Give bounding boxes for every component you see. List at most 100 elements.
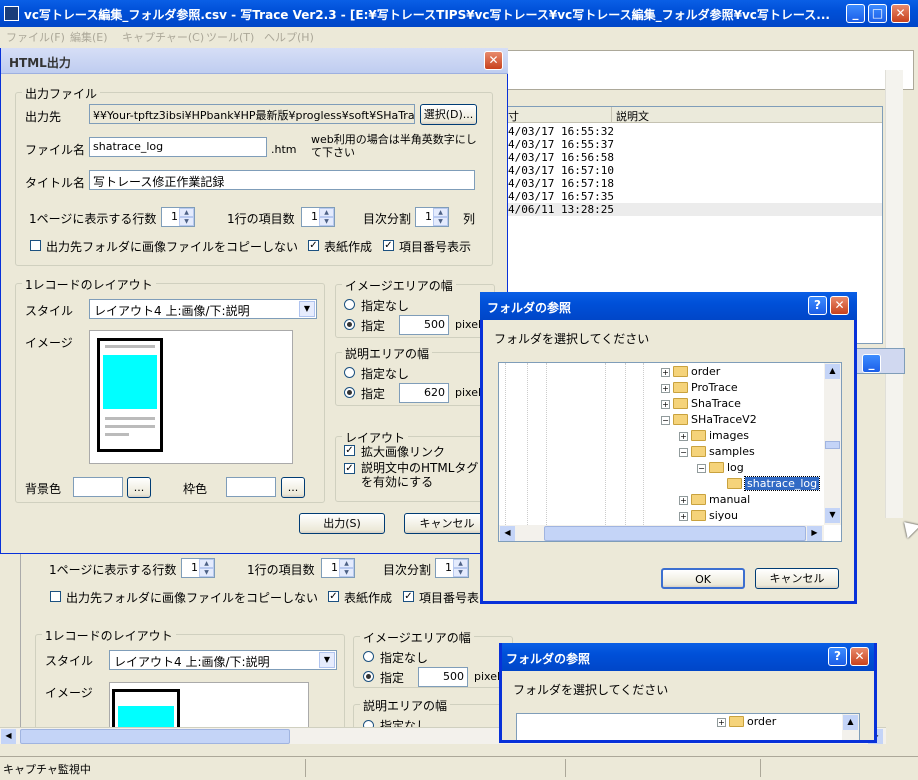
spin-up-icon[interactable]: ▲ bbox=[339, 559, 354, 568]
folder2-tree[interactable]: + order ▲ bbox=[516, 713, 860, 740]
menu-capture[interactable]: キャプチャー(C) bbox=[122, 29, 204, 45]
tree-item-shatrace[interactable]: + ShaTrace bbox=[661, 397, 741, 411]
hscroll-thumb[interactable] bbox=[20, 729, 290, 744]
spin-down-icon[interactable]: ▼ bbox=[199, 568, 214, 577]
html-tag-checkbox[interactable]: ✓ bbox=[344, 463, 355, 474]
list-header-desc[interactable]: 説明文 bbox=[616, 108, 649, 124]
spin-up-icon[interactable]: ▲ bbox=[179, 208, 194, 217]
tree-hscroll[interactable]: ◀ ▶ bbox=[499, 525, 824, 541]
output-button[interactable]: 出力(S) bbox=[299, 513, 385, 534]
tree-item-protrace[interactable]: + ProTrace bbox=[661, 381, 738, 395]
table-row[interactable]: 4/03/17 16:56:58 bbox=[506, 151, 882, 164]
menu-tools[interactable]: ツール(T) bbox=[206, 29, 254, 45]
rows-spin[interactable]: 1 ▲ ▼ bbox=[161, 207, 195, 227]
close-button[interactable]: ✕ bbox=[891, 4, 910, 23]
tree-item-samples[interactable]: − samples bbox=[679, 445, 755, 459]
scroll-right-icon[interactable]: ▶ bbox=[807, 526, 822, 541]
spin-up-icon[interactable]: ▲ bbox=[433, 208, 448, 217]
bg-rows-spin[interactable]: 1 ▲ ▼ bbox=[181, 558, 215, 578]
style-combo[interactable]: レイアウト4 上:画像/下:説明 ▼ bbox=[89, 299, 317, 319]
collapse-icon[interactable]: − bbox=[679, 448, 688, 457]
tree-item-siyou[interactable]: + siyou bbox=[679, 509, 738, 523]
help-icon[interactable]: ? bbox=[828, 647, 847, 666]
folder-dialog-close-icon[interactable]: ✕ bbox=[830, 296, 849, 315]
collapse-icon[interactable]: − bbox=[661, 416, 670, 425]
spin-down-icon[interactable]: ▼ bbox=[339, 568, 354, 577]
html-cancel-button[interactable]: キャンセル bbox=[404, 513, 490, 534]
help-icon[interactable]: ? bbox=[808, 296, 827, 315]
scroll-up-icon[interactable]: ▲ bbox=[825, 364, 840, 379]
tree-item-log[interactable]: − log bbox=[697, 461, 744, 475]
img-spec-radio[interactable] bbox=[344, 319, 355, 330]
folder-ok-button[interactable]: OK bbox=[661, 568, 745, 589]
bg-style-combo[interactable]: レイアウト4 上:画像/下:説明 ▼ bbox=[109, 650, 337, 670]
html-dialog-close-icon[interactable]: ✕ bbox=[484, 51, 503, 70]
bg-img-width-input[interactable]: 500 bbox=[418, 667, 468, 687]
table-row[interactable]: 4/03/17 16:57:18 bbox=[506, 177, 882, 190]
img-width-input[interactable]: 500 bbox=[399, 315, 449, 335]
spin-down-icon[interactable]: ▼ bbox=[319, 217, 334, 226]
bg-img-none-radio[interactable] bbox=[363, 651, 374, 662]
collapse-icon[interactable]: − bbox=[697, 464, 706, 473]
img-none-radio[interactable] bbox=[344, 299, 355, 310]
spin-down-icon[interactable]: ▼ bbox=[179, 217, 194, 226]
tree-item-images[interactable]: + images bbox=[679, 429, 749, 443]
no-copy-checkbox[interactable] bbox=[30, 240, 41, 251]
main-title-bar[interactable]: vc写トレース編集_フォルダ参照.csv - 写Trace Ver2.3 - [… bbox=[0, 0, 918, 27]
enlarge-link-checkbox[interactable]: ✓ bbox=[344, 445, 355, 456]
tree-item-manual[interactable]: + manual bbox=[679, 493, 750, 507]
filename-input[interactable]: shatrace_log bbox=[89, 137, 267, 157]
tree-vscroll-thumb[interactable] bbox=[825, 441, 840, 449]
list-header-time[interactable]: 寸 bbox=[508, 108, 519, 124]
tree-item-order[interactable]: + order bbox=[661, 365, 720, 379]
scroll-up-icon[interactable]: ▲ bbox=[843, 715, 858, 730]
dest-field[interactable]: ¥¥Your-tpftz3ibsi¥HPbank¥HP最新版¥progless¥… bbox=[89, 104, 415, 124]
child-minimize-button[interactable]: _ bbox=[862, 354, 881, 373]
table-row[interactable]: 4/03/17 16:55:37 bbox=[506, 138, 882, 151]
scroll-left-icon[interactable]: ◀ bbox=[1, 729, 16, 744]
menu-help[interactable]: ヘルプ(H) bbox=[264, 29, 314, 45]
desc-none-radio[interactable] bbox=[344, 367, 355, 378]
folder2-vscroll[interactable]: ▲ bbox=[842, 714, 859, 740]
table-row[interactable]: 4/03/17 16:55:32 bbox=[506, 125, 882, 138]
desc-width-input[interactable]: 620 bbox=[399, 383, 449, 403]
scroll-left-icon[interactable]: ◀ bbox=[500, 526, 515, 541]
spin-up-icon[interactable]: ▲ bbox=[319, 208, 334, 217]
list-vscroll[interactable] bbox=[885, 70, 903, 518]
expand-icon[interactable]: + bbox=[661, 368, 670, 377]
chevron-down-icon[interactable]: ▼ bbox=[299, 301, 315, 317]
spin-down-icon[interactable]: ▼ bbox=[453, 568, 468, 577]
spin-up-icon[interactable]: ▲ bbox=[453, 559, 468, 568]
bg-no-copy-checkbox[interactable] bbox=[50, 591, 61, 602]
bg-items-spin[interactable]: 1 ▲ ▼ bbox=[321, 558, 355, 578]
table-row[interactable]: 4/06/11 13:28:25 bbox=[506, 203, 882, 216]
items-spin[interactable]: 1 ▲ ▼ bbox=[301, 207, 335, 227]
menu-file[interactable]: ファイル(F) bbox=[6, 29, 65, 45]
expand-icon[interactable]: + bbox=[679, 496, 688, 505]
spin-up-icon[interactable]: ▲ bbox=[199, 559, 214, 568]
tree-vscroll[interactable]: ▲ ▼ bbox=[824, 363, 841, 525]
folder-cancel-button[interactable]: キャンセル bbox=[755, 568, 839, 589]
itemnum-checkbox[interactable]: ✓ bbox=[383, 240, 394, 251]
spin-down-icon[interactable]: ▼ bbox=[433, 217, 448, 226]
menu-edit[interactable]: 編集(E) bbox=[70, 29, 108, 45]
folder-dialog2-close-icon[interactable]: ✕ bbox=[850, 647, 869, 666]
tree-hscroll-thumb[interactable] bbox=[544, 526, 806, 541]
folder-dialog2-titlebar[interactable]: フォルダの参照 ? ✕ bbox=[502, 643, 874, 671]
html-dialog-titlebar[interactable]: HTML出力 ✕ bbox=[1, 48, 508, 74]
expand-icon[interactable]: + bbox=[679, 432, 688, 441]
toc-spin[interactable]: 1 ▲ ▼ bbox=[415, 207, 449, 227]
folder-dialog-titlebar[interactable]: フォルダの参照 ? ✕ bbox=[480, 292, 857, 320]
tree-item-order[interactable]: + order bbox=[717, 715, 776, 729]
expand-icon[interactable]: + bbox=[661, 400, 670, 409]
tree-item-shatracev2[interactable]: − SHaTraceV2 bbox=[661, 413, 757, 427]
bg-img-spec-radio[interactable] bbox=[363, 671, 374, 682]
expand-icon[interactable]: + bbox=[679, 512, 688, 521]
tree-item-shatrace_log[interactable]: shatrace_log bbox=[715, 476, 821, 491]
chevron-down-icon[interactable]: ▼ bbox=[319, 652, 335, 668]
bg-color-button[interactable]: ... bbox=[127, 477, 151, 498]
desc-spec-radio[interactable] bbox=[344, 387, 355, 398]
cover-checkbox[interactable]: ✓ bbox=[308, 240, 319, 251]
frame-color-button[interactable]: ... bbox=[281, 477, 305, 498]
table-row[interactable]: 4/03/17 16:57:35 bbox=[506, 190, 882, 203]
